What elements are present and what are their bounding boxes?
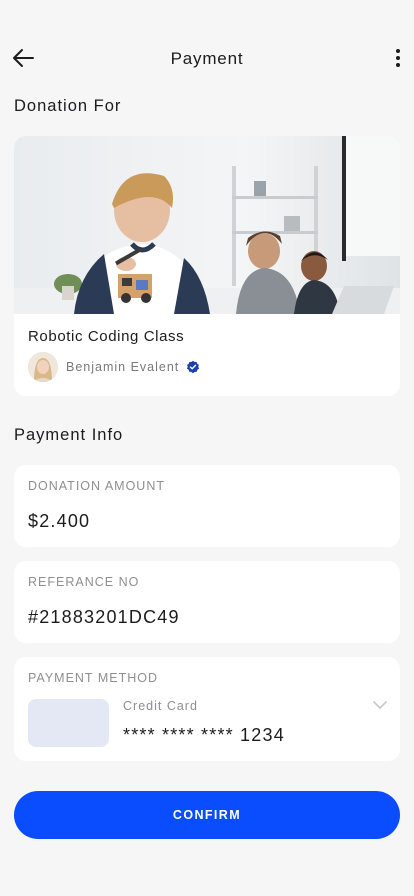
chevron-down-icon[interactable] [372, 699, 388, 711]
reference-number-value: #21883201DC49 [28, 607, 180, 627]
payment-screen: Payment Donation For Robotic Coding Clas… [0, 0, 414, 896]
donation-amount-value: $2.400 [28, 511, 91, 531]
payment-method-label: PAYMENT METHOD [28, 671, 158, 685]
course-photo [14, 136, 400, 314]
confirm-button[interactable]: CONFIRM [14, 791, 400, 839]
donation-amount-field[interactable]: DONATION AMOUNT $2.400 [14, 465, 400, 547]
avatar [28, 352, 58, 382]
header: Payment [0, 38, 414, 78]
more-vertical-icon[interactable] [390, 46, 406, 70]
donation-section-title: Donation For [14, 97, 122, 115]
payment-method-type: Credit Card [123, 699, 198, 713]
credit-card-thumbnail [28, 699, 109, 747]
donation-amount-label: DONATION AMOUNT [28, 479, 165, 493]
reference-number-label: REFERANCE NO [28, 575, 140, 589]
author-name: Benjamin Evalent [66, 360, 180, 374]
course-title: Robotic Coding Class [28, 328, 185, 345]
reference-number-field: REFERANCE NO #21883201DC49 [14, 561, 400, 643]
card-number: **** **** **** 1234 [123, 725, 285, 745]
page-title: Payment [170, 49, 244, 68]
payment-info-section-title: Payment Info [14, 426, 124, 444]
verified-badge-icon [187, 360, 199, 374]
payment-method-select[interactable]: PAYMENT METHOD Credit Card **** **** ***… [14, 657, 400, 761]
donation-card[interactable]: Robotic Coding Class Benjamin Evalent [14, 136, 400, 396]
